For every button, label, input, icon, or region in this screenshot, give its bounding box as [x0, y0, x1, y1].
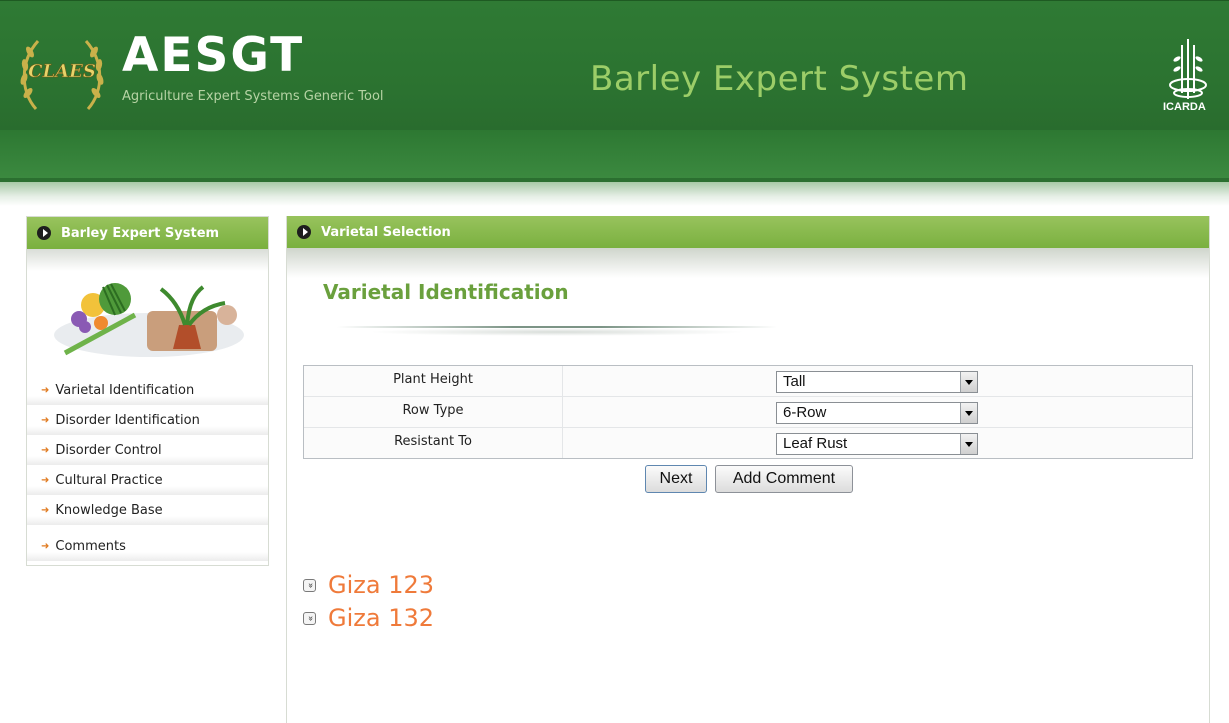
sidebar-item-varietal-identification[interactable]: ➜ Varietal Identification — [27, 375, 268, 405]
row-type-select[interactable]: 6-Row — [776, 402, 978, 424]
arrow-bullet-icon: ➜ — [41, 474, 50, 486]
resistant-to-select[interactable]: Leaf Rust — [776, 433, 978, 455]
sidebar-item-disorder-control[interactable]: ➜ Disorder Control — [27, 435, 268, 465]
sidebar-item-label: Knowledge Base — [55, 502, 163, 518]
double-chevron-down-icon[interactable]: » — [303, 611, 316, 625]
resistant-to-label: Resistant To — [394, 434, 472, 449]
produce-image — [54, 283, 244, 357]
header-nav-band — [0, 130, 1229, 180]
result-item-giza-123[interactable]: » Giza 123 — [303, 570, 434, 600]
arrow-bullet-icon: ➜ — [41, 414, 50, 426]
claes-logo: CLAES — [20, 39, 104, 110]
circle-arrow-right-icon — [297, 225, 311, 239]
title-divider-shadow — [367, 328, 747, 336]
sidebar-item-label: Disorder Control — [55, 442, 162, 458]
add-comment-button[interactable]: Add Comment — [715, 465, 853, 493]
arrow-bullet-icon: ➜ — [41, 540, 50, 552]
next-button[interactable]: Next — [645, 465, 707, 493]
arrow-bullet-icon: ➜ — [41, 384, 50, 396]
sidebar-item-label: Cultural Practice — [55, 472, 163, 488]
sidebar-item-cultural-practice[interactable]: ➜ Cultural Practice — [27, 465, 268, 495]
arrow-bullet-icon: ➜ — [41, 504, 50, 516]
main-header-fade — [287, 248, 1209, 278]
sidebar-item-label: Varietal Identification — [55, 382, 195, 398]
resistant-to-value: Leaf Rust — [783, 435, 848, 452]
icarda-logo-text: ICARDA — [1163, 101, 1206, 113]
plant-height-value: Tall — [783, 373, 806, 390]
brand-title: AESGT — [122, 28, 305, 83]
sidebar-nav: ➜ Varietal Identification ➜ Disorder Ide… — [27, 375, 268, 561]
dropdown-arrow-icon[interactable] — [960, 434, 977, 454]
arrow-bullet-icon: ➜ — [41, 444, 50, 456]
sidebar-item-label: Disorder Identification — [55, 412, 200, 428]
circle-arrow-right-icon — [37, 226, 51, 240]
plant-height-label: Plant Height — [393, 372, 473, 387]
main-panel-title: Varietal Selection — [321, 224, 451, 240]
row-type-label: Row Type — [402, 403, 464, 418]
result-label: Giza 132 — [328, 604, 435, 632]
sidebar-title: Barley Expert System — [61, 225, 220, 241]
plant-height-select[interactable]: Tall — [776, 371, 978, 393]
sidebar-header: Barley Expert System — [27, 217, 268, 249]
sidebar-item-comments[interactable]: ➜ Comments — [27, 531, 268, 561]
sidebar-item-knowledge-base[interactable]: ➜ Knowledge Base — [27, 495, 268, 525]
dropdown-arrow-icon[interactable] — [960, 372, 977, 392]
sidebar-item-label: Comments — [55, 538, 126, 554]
sidebar-item-disorder-identification[interactable]: ➜ Disorder Identification — [27, 405, 268, 435]
main-panel-header: Varietal Selection — [287, 216, 1209, 248]
header-banner: CLAES AESGT Agriculture Expert Systems G… — [0, 0, 1229, 130]
header-fade — [0, 182, 1229, 206]
result-label: Giza 123 — [328, 571, 435, 599]
dropdown-arrow-icon[interactable] — [960, 403, 977, 423]
main-panel: Varietal Selection Varietal Identificati… — [286, 216, 1210, 723]
sidebar: Barley Expert System ➜ Varietal Identifi… — [26, 216, 269, 566]
form-row-plant-height: Plant Height Tall — [304, 366, 1192, 397]
system-title: Barley Expert System — [590, 59, 969, 99]
result-item-giza-132[interactable]: » Giza 132 — [303, 603, 434, 633]
page-title: Varietal Identification — [323, 280, 569, 304]
criteria-form: Plant Height Tall Row Type 6-Row Resista… — [303, 365, 1193, 459]
sidebar-header-fade — [27, 249, 268, 271]
brand-subtitle: Agriculture Expert Systems Generic Tool — [122, 89, 384, 104]
form-row-row-type: Row Type 6-Row — [304, 397, 1192, 428]
row-type-value: 6-Row — [783, 404, 827, 421]
double-chevron-down-icon[interactable]: » — [303, 578, 316, 592]
form-row-resistant-to: Resistant To Leaf Rust — [304, 428, 1192, 459]
claes-logo-text: CLAES — [28, 61, 96, 82]
